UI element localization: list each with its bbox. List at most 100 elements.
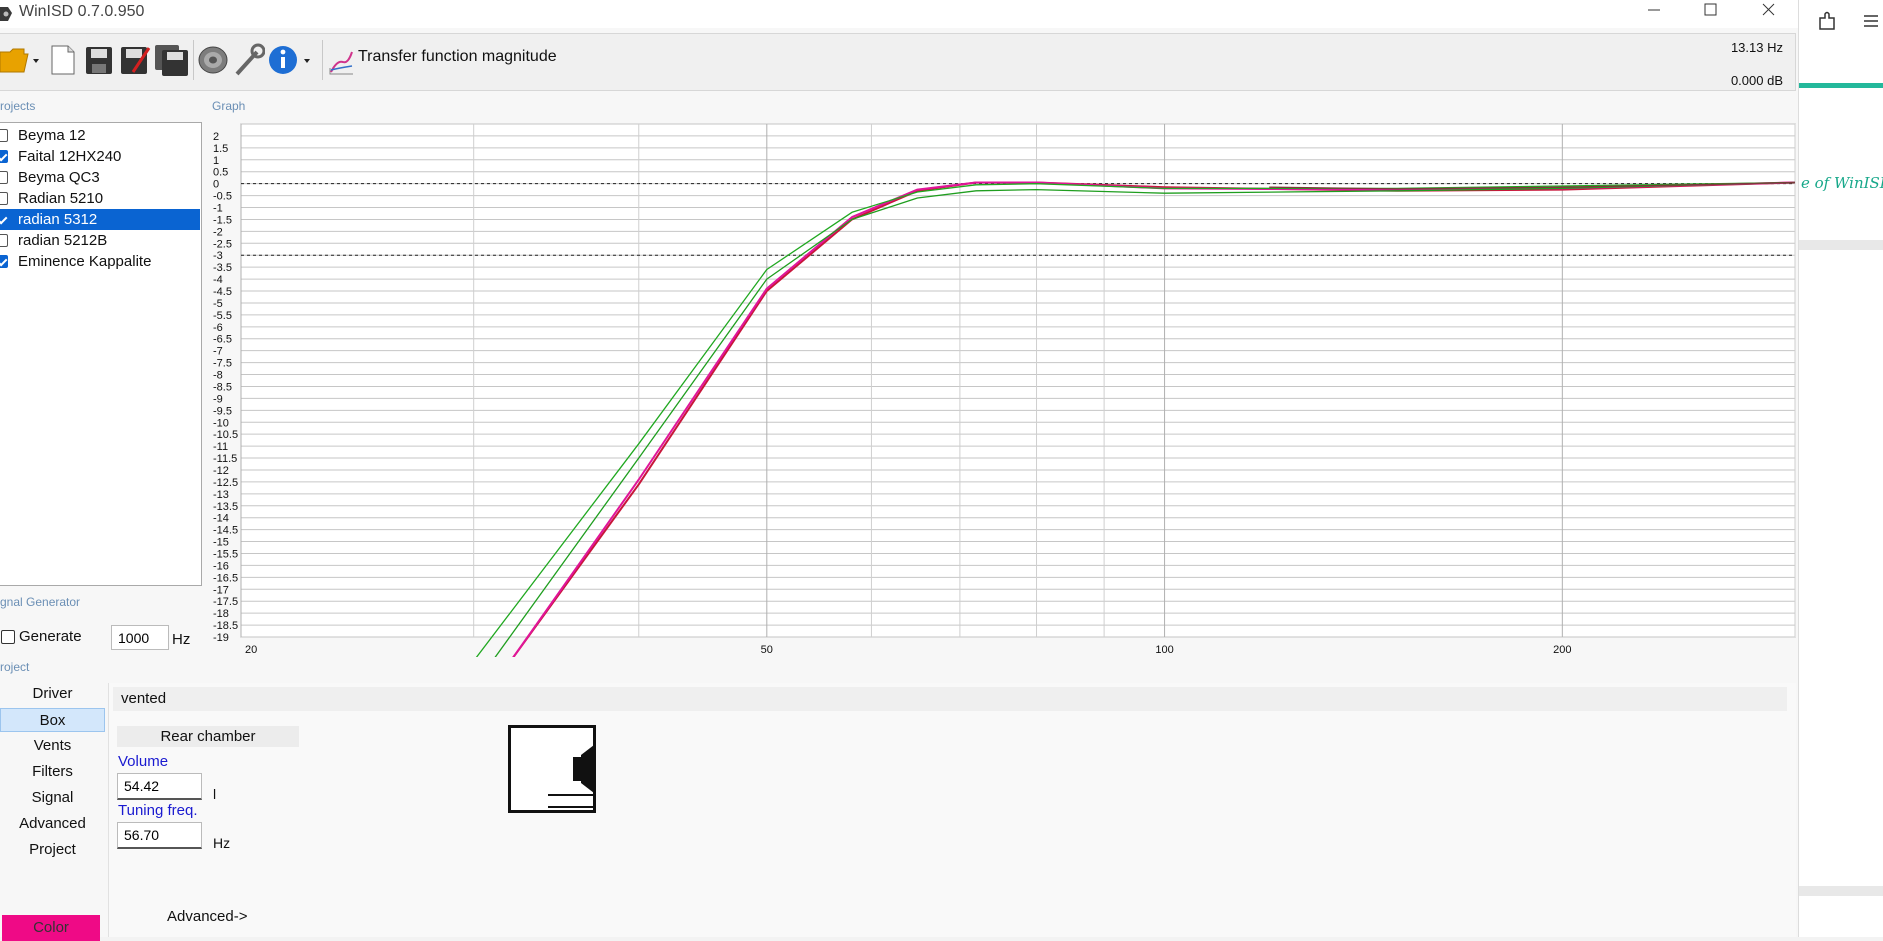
transfer-function-chart[interactable]: 21.510.50-0.5-1-1.5-2-2.5-3-3.5-4-4.5-5-… [205, 118, 1797, 658]
divider [1799, 886, 1883, 896]
generate-checkbox[interactable] [1, 630, 15, 644]
project-checkbox[interactable] [0, 129, 8, 142]
graph-type-selector[interactable]: Transfer function magnitude [358, 48, 557, 66]
y-tick-label: -5 [213, 298, 223, 310]
project-checkbox[interactable] [0, 234, 8, 247]
project-item[interactable]: radian 5312 [0, 209, 200, 230]
project-item[interactable]: Radian 5210 [0, 188, 200, 209]
tuning-freq-label: Tuning freq. [118, 802, 198, 819]
speaker-driver-icon[interactable] [197, 42, 229, 78]
transfer-function-graph-icon[interactable] [327, 42, 355, 78]
box-type-selector[interactable]: vented [113, 687, 1787, 711]
frequency-readout: 13.13 Hz [1730, 40, 1783, 55]
app-icon [0, 7, 12, 21]
y-tick-label: -10.5 [213, 429, 238, 441]
y-tick-label: -13 [213, 489, 229, 501]
y-tick-label: -15.5 [213, 548, 238, 560]
save-icon[interactable] [84, 42, 114, 78]
y-tick-label: -12.5 [213, 477, 238, 489]
advanced-link[interactable]: Advanced-> [167, 908, 247, 925]
project-checkbox[interactable] [0, 213, 8, 226]
winisd-window: WinISD 0.7.0.950 Transfer function magni… [0, 0, 1798, 941]
nav-item-driver[interactable]: Driver [0, 682, 105, 706]
nav-item-box[interactable]: Box [0, 708, 105, 732]
teal-accent-bar [1799, 83, 1883, 88]
y-tick-label: -9 [213, 393, 223, 405]
minimize-icon [1648, 9, 1660, 11]
graph-section-label: Graph [212, 99, 246, 113]
project-item[interactable]: Beyma QC3 [0, 167, 200, 188]
minimize-button[interactable] [1630, 0, 1678, 22]
box-panel: vented Rear chamber Volume l Tuning freq… [108, 683, 1796, 937]
x-tick-label: 50 [761, 644, 773, 656]
project-name: Beyma 12 [18, 127, 86, 144]
y-tick-label: -8 [213, 370, 223, 382]
y-tick-label: -18.5 [213, 620, 238, 632]
nav-item-vents[interactable]: Vents [0, 734, 105, 758]
x-tick-label: 200 [1553, 644, 1571, 656]
tuning-freq-input[interactable] [117, 822, 202, 849]
brand-text: e of WinISD [1801, 174, 1883, 192]
info-icon[interactable] [268, 42, 316, 78]
save-all-icon[interactable] [155, 42, 189, 78]
y-tick-label: -6 [213, 322, 223, 334]
y-tick-label: -5.5 [213, 310, 232, 322]
y-tick-label: -15 [213, 537, 229, 549]
y-tick-label: -11 [213, 441, 228, 453]
color-button[interactable]: Color [2, 915, 100, 941]
vented-box-diagram-icon [508, 725, 596, 813]
level-readout: 0.000 dB [1730, 73, 1783, 88]
save-as-icon[interactable] [119, 42, 151, 78]
y-tick-label: -17 [213, 584, 229, 596]
project-checkbox[interactable] [0, 255, 8, 268]
project-checkbox[interactable] [0, 192, 8, 205]
x-tick-label: 100 [1155, 644, 1173, 656]
y-tick-label: -1.5 [213, 214, 232, 226]
extensions-icon[interactable] [1817, 10, 1837, 32]
project-item[interactable]: Eminence Kappalite [0, 251, 200, 272]
y-tick-label: -2 [213, 226, 223, 238]
y-tick-label: -7.5 [213, 358, 232, 370]
y-tick-label: 2 [213, 131, 219, 143]
project-checkbox[interactable] [0, 150, 8, 163]
y-tick-label: -3.5 [213, 262, 232, 274]
signal-generator-section-label: gnal Generator [0, 595, 81, 609]
close-button[interactable] [1745, 0, 1793, 22]
project-item[interactable]: Beyma 12 [0, 125, 200, 146]
volume-unit: l [213, 786, 217, 802]
maximize-icon [1704, 3, 1717, 16]
menu-icon[interactable] [1861, 13, 1881, 29]
maximize-button[interactable] [1687, 0, 1735, 22]
project-name: radian 5212B [18, 232, 108, 249]
y-tick-label: -3 [213, 250, 223, 262]
window-title: WinISD 0.7.0.950 [19, 3, 145, 20]
nav-item-project[interactable]: Project [0, 838, 105, 862]
generator-frequency-input[interactable] [111, 625, 169, 650]
tools-icon[interactable] [233, 42, 265, 78]
toolbar: Transfer function magnitude 13.13 Hz 0.0… [0, 33, 1796, 91]
y-tick-label: -16 [213, 560, 229, 572]
project-item[interactable]: Faital 12HX240 [0, 146, 200, 167]
rear-chamber-label: Rear chamber [117, 726, 299, 747]
nav-item-advanced[interactable]: Advanced [0, 812, 105, 836]
y-tick-label: 0 [213, 179, 219, 191]
divider [1799, 240, 1883, 250]
nav-item-signal[interactable]: Signal [0, 786, 105, 810]
y-tick-label: -17.5 [213, 596, 238, 608]
open-folder-icon[interactable] [0, 42, 42, 78]
project-checkbox[interactable] [0, 171, 8, 184]
y-tick-label: -11.5 [213, 453, 237, 465]
volume-label: Volume [118, 753, 169, 770]
y-tick-label: -0.5 [213, 191, 232, 203]
y-tick-label: -19 [213, 632, 229, 644]
y-tick-label: 0.5 [213, 167, 228, 179]
title-bar: WinISD 0.7.0.950 [0, 0, 1798, 28]
project-item[interactable]: radian 5212B [0, 230, 200, 251]
y-tick-label: -13.5 [213, 501, 238, 513]
nav-item-filters[interactable]: Filters [0, 760, 105, 784]
new-project-icon[interactable] [49, 42, 77, 78]
project-name: Faital 12HX240 [18, 148, 122, 165]
volume-input[interactable] [117, 773, 202, 800]
toolbar-separator [193, 40, 194, 80]
projects-list: Beyma 12 Faital 12HX240 Beyma QC3 Radian 52… [0, 122, 202, 586]
